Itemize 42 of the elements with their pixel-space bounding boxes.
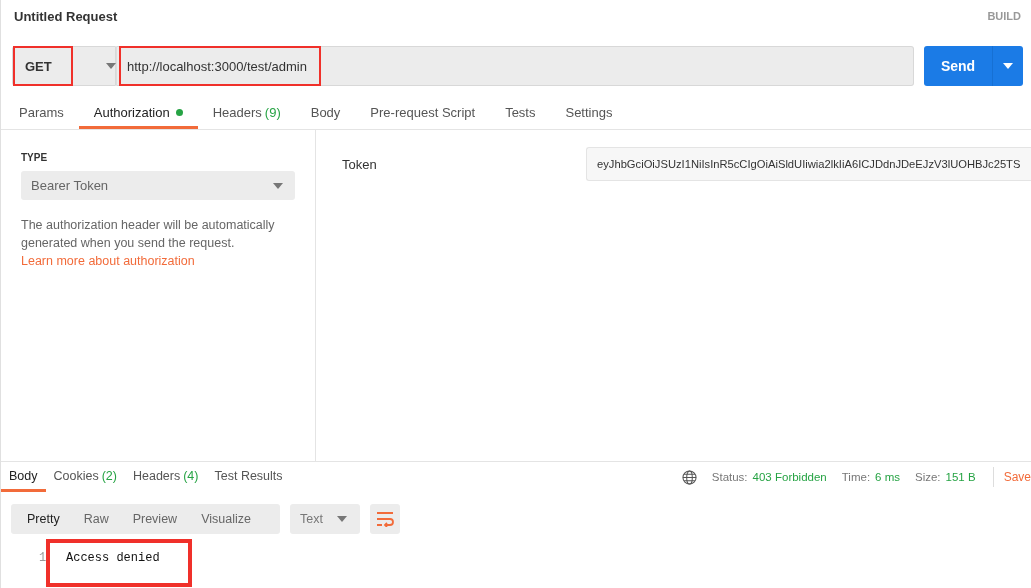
view-mode-tab[interactable]: Pretty [15,512,72,526]
request-title: Untitled Request [14,8,118,24]
tab[interactable]: Pre-request Script [355,99,491,129]
tab[interactable]: Cookies (2) [45,462,125,492]
tab[interactable]: Settings [550,99,628,129]
auth-type-dropdown[interactable]: Bearer Token [21,171,295,200]
caret-icon [273,182,283,189]
caret-icon [1003,63,1013,69]
caret-icon [336,516,347,522]
url-field[interactable]: http://localhost:3000/test/admin [116,46,914,86]
view-mode-tab[interactable]: Visualize [189,512,263,526]
status-value: 151 B [945,471,976,483]
token-field[interactable]: eyJhbGciOiJSUzI1NiIsInR5cCIgOiAiSldUIiwia2lkIiA6ICJDdnJDeEJzV3lUOHBJc25TS [586,147,1031,181]
tab[interactable]: Tests [490,99,551,129]
help-text: The authorization header will be automatically generated when you send the request. Learn more about authorization [21,217,276,270]
status-label: Status: [711,471,748,483]
field-label: TYPE [21,152,49,163]
status-value: 403 Forbidden [752,471,827,483]
mode-label: BUILD [987,10,1021,22]
globe-icon [681,469,697,485]
tab[interactable]: Headers (9) [197,99,296,129]
send-options-button[interactable] [992,46,1023,86]
tab[interactable]: Body [295,99,356,129]
status-label: Size: [915,471,941,483]
wrap-lines-button[interactable] [369,504,400,534]
view-mode-tab[interactable]: Preview [120,512,190,526]
tab[interactable]: Test Results [206,462,291,492]
format-dropdown[interactable]: Text [290,504,360,534]
send-button[interactable]: Send [924,46,992,86]
tab[interactable]: Authorization [78,99,198,129]
method-dropdown[interactable]: GET [12,46,116,86]
caret-icon [105,63,116,69]
view-mode-tab[interactable]: Raw [71,512,121,526]
tab[interactable]: Headers (4) [124,462,207,492]
status-label: Time: [841,471,871,483]
code-line: Access denied [66,550,160,567]
tab[interactable]: Body [1,462,46,492]
field-label: Token [342,156,378,172]
wrap-lines-icon [375,511,394,527]
line-number: 1 [39,551,48,565]
status-value: 6 ms [875,471,900,483]
tab[interactable]: Params [4,99,79,129]
